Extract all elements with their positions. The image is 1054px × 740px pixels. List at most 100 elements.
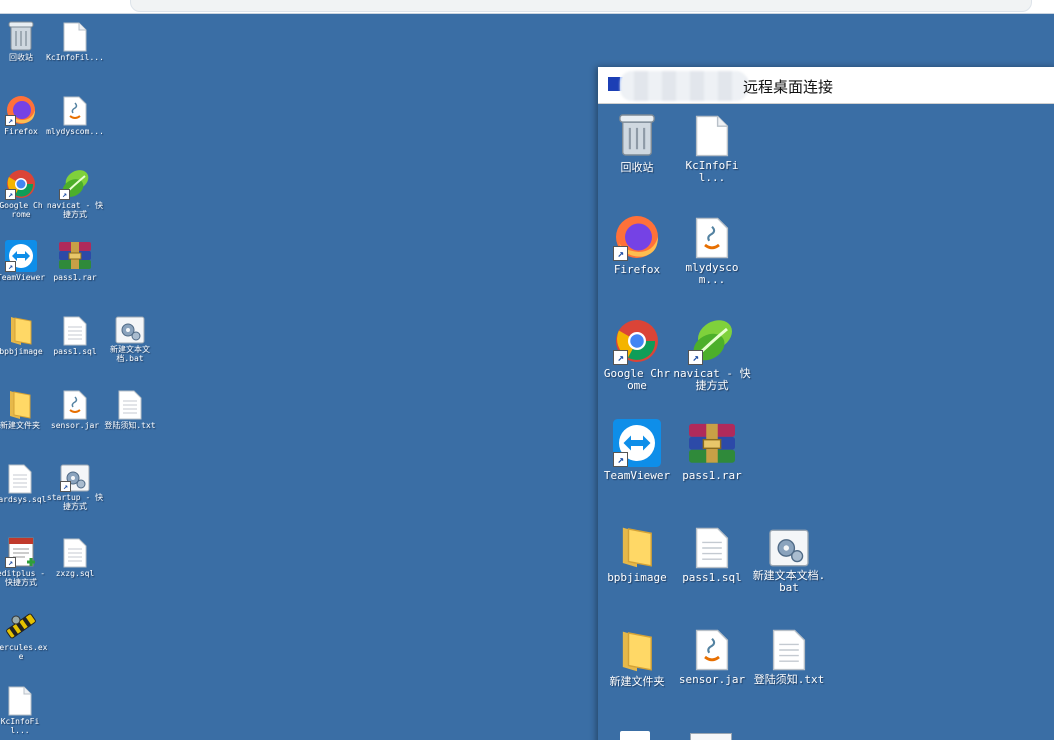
icon-label: navicat - 快捷方式 [673, 367, 751, 393]
navicat-icon: ↗ [688, 317, 736, 365]
icon-label: 新建文本文档.bat [752, 569, 826, 595]
icon-label: pass1.rar [53, 273, 97, 282]
icon-label: KcInfoFil... [0, 717, 40, 735]
icon-label: Firefox [613, 263, 661, 276]
desktop-icon-teamviewer[interactable]: ↗ TeamViewer [0, 240, 48, 283]
java-file-icon [63, 390, 87, 420]
bat-file-icon: ↗ [60, 464, 90, 492]
remote-desktop-window[interactable]: 远程桌面连接 回收站 KcInfoFil... ↗ Firefox mlydys… [598, 67, 1054, 740]
blank-file-icon [695, 115, 729, 157]
shortcut-arrow-icon: ↗ [613, 350, 628, 365]
remote-icon-mlydyscom[interactable]: mlydyscom... [674, 217, 750, 286]
icon-label: Google Chrome [603, 367, 671, 393]
desktop-icon-new-folder[interactable]: 新建文件夹 [0, 388, 48, 431]
shortcut-arrow-icon: ↗ [613, 452, 628, 467]
shortcut-arrow-icon: ↗ [613, 246, 628, 261]
icon-label: 新建文件夹 [0, 421, 40, 430]
text-file-icon [8, 464, 32, 494]
bat-file-icon [115, 316, 145, 344]
desktop-icon-pass1-sql[interactable]: pass1.sql [48, 316, 102, 357]
remote-icon-bat[interactable]: 新建文本文档.bat [752, 529, 826, 594]
browser-toolbar-strip [0, 0, 1054, 14]
window-title-bar[interactable]: 远程桌面连接 [598, 67, 1054, 104]
icon-label: startup - 快捷方式 [46, 493, 104, 511]
icon-label: mlydyscom... [685, 261, 739, 287]
icon-label: 登陆须知.txt [104, 421, 156, 430]
desktop-icon-bpbjimage[interactable]: bpbjimage [0, 314, 46, 357]
icon-label: 回收站 [9, 53, 33, 62]
desktop-icon-sensor-jar[interactable]: sensor.jar [48, 390, 102, 431]
desktop-icon-mlydyscom[interactable]: mlydyscom... [46, 96, 104, 137]
desktop-icon-hercules[interactable]: hercules.exe [0, 610, 48, 662]
teamviewer-icon: ↗ [613, 419, 661, 467]
desktop-icon-kcinfofile-2[interactable]: KcInfoFil... [0, 686, 48, 736]
remote-icon-login-notice[interactable]: 登陆须知.txt [748, 629, 830, 686]
icon-label: hercules.exe [0, 643, 48, 661]
text-file-icon [695, 527, 729, 569]
icon-label: editplus - 快捷方式 [0, 569, 46, 587]
shortcut-arrow-icon: ↗ [5, 261, 16, 272]
navicat-icon: ↗ [59, 168, 91, 200]
folder-icon [9, 314, 33, 346]
chrome-icon: ↗ [613, 317, 661, 365]
desktop-icon-login-notice[interactable]: 登陆须知.txt [100, 390, 160, 431]
desktop-icon-firefox[interactable]: ↗ Firefox [0, 94, 44, 137]
desktop-icon-startup[interactable]: ↗ startup - 快捷方式 [46, 464, 104, 512]
partial-file-icon[interactable] [690, 733, 732, 740]
text-file-icon [63, 316, 87, 346]
shortcut-arrow-icon: ↗ [688, 350, 703, 365]
recycle-bin-icon [7, 20, 35, 52]
desktop-icon-zxzg-sql[interactable]: zxzg.sql [48, 538, 102, 579]
firefox-icon: ↗ [5, 94, 37, 126]
remote-icon-bpbjimage[interactable]: bpbjimage [602, 523, 672, 584]
desktop-icon-editplus[interactable]: ↗ editplus - 快捷方式 [0, 536, 48, 588]
java-file-icon [695, 629, 729, 671]
hercules-icon [4, 610, 38, 642]
desktop-icon-kcinfofile[interactable]: KcInfoFil... [46, 22, 104, 63]
icon-label: navicat - 快捷方式 [46, 201, 104, 219]
icon-label: mlydyscom... [46, 127, 104, 136]
icon-label: zxzg.sql [55, 569, 95, 578]
text-file-icon [772, 629, 806, 671]
desktop-icon-navicat[interactable]: ↗ navicat - 快捷方式 [46, 168, 104, 220]
shortcut-arrow-icon: ↗ [5, 115, 16, 126]
winrar-icon [58, 240, 92, 272]
remote-icon-new-folder[interactable]: 新建文件夹 [600, 627, 674, 688]
address-bar[interactable] [130, 0, 1032, 12]
remote-icon-firefox[interactable]: ↗ Firefox [602, 213, 672, 276]
remote-icon-pass1-sql[interactable]: pass1.sql [674, 527, 750, 584]
icon-label: 新建文件夹 [609, 675, 665, 688]
icon-label: KcInfoFil... [46, 53, 104, 62]
remote-icon-pass1-rar[interactable]: pass1.rar [674, 421, 750, 482]
icon-label: TeamViewer [603, 469, 671, 482]
partial-file-icon[interactable] [620, 731, 650, 740]
remote-icon-recycle-bin[interactable]: 回收站 [602, 111, 672, 174]
icon-label: pass1.sql [682, 571, 742, 584]
desktop-icon-recycle-bin[interactable]: 回收站 [0, 20, 44, 63]
winrar-icon [687, 421, 737, 467]
shortcut-arrow-icon: ↗ [5, 557, 16, 568]
desktop-icon-pass1-rar[interactable]: pass1.rar [46, 240, 104, 283]
icon-label: cardsys.sql [0, 495, 47, 504]
window-title: 远程桌面连接 [743, 78, 834, 96]
icon-label: 回收站 [620, 161, 654, 174]
remote-icon-sensor-jar[interactable]: sensor.jar [674, 629, 750, 686]
desktop-icon-chrome[interactable]: ↗ Google Chrome [0, 168, 44, 220]
editplus-icon: ↗ [5, 536, 37, 568]
remote-icon-kcinfofile[interactable]: KcInfoFil... [674, 115, 750, 184]
remote-icon-chrome[interactable]: ↗ Google Chrome [602, 317, 672, 392]
redacted-host-name [620, 71, 748, 101]
icon-label: TeamViewer [0, 273, 46, 282]
teamviewer-icon: ↗ [5, 240, 37, 272]
icon-label: Firefox [4, 127, 38, 136]
icon-label: pass1.rar [682, 469, 742, 482]
shortcut-arrow-icon: ↗ [60, 481, 71, 492]
remote-icon-navicat[interactable]: ↗ navicat - 快捷方式 [672, 317, 752, 392]
recycle-bin-icon [617, 111, 657, 159]
desktop-icon-cardsys-sql[interactable]: cardsys.sql [0, 464, 48, 505]
remote-icon-teamviewer[interactable]: ↗ TeamViewer [600, 419, 674, 482]
desktop-icon-bat[interactable]: 新建文本文档.bat [104, 316, 156, 364]
icon-label: sensor.jar [678, 673, 746, 686]
chrome-icon: ↗ [5, 168, 37, 200]
folder-icon [620, 627, 654, 673]
